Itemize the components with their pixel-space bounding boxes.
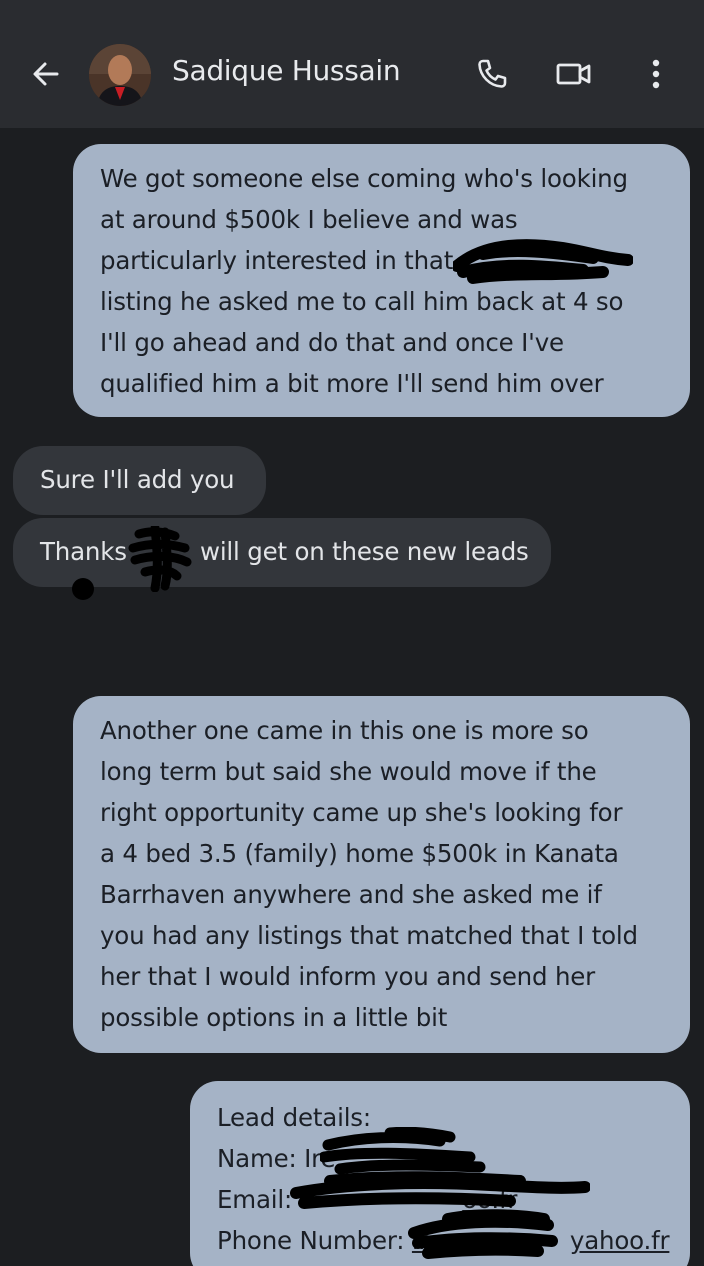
incoming-message[interactable]: Thanks will get on these new leads xyxy=(13,518,551,592)
message-line: Barrhaven anywhere and she asked me if xyxy=(100,880,602,909)
lead-details-message[interactable]: Lead details: Name: Ire a Email: i oo.fr P… xyxy=(190,1081,690,1266)
message-line: Another one came in this one is more so xyxy=(100,716,589,745)
outgoing-message[interactable]: We got someone else coming who's looking… xyxy=(73,144,690,417)
phone-icon xyxy=(478,59,507,88)
contact-photo xyxy=(89,44,151,106)
arrow-left-icon xyxy=(33,62,59,86)
message-line: We got someone else coming who's looking xyxy=(100,164,628,193)
contact-name[interactable]: Sadique Hussain xyxy=(172,54,401,87)
outgoing-message[interactable]: Another one came in this one is more so … xyxy=(73,696,690,1053)
contact-avatar[interactable] xyxy=(89,44,151,106)
message-line: at around $500k I believe and was xyxy=(100,205,518,234)
video-camera-icon xyxy=(556,63,591,85)
redaction-scribble xyxy=(408,1209,558,1259)
message-line: I'll go ahead and do that and once I've xyxy=(100,328,564,357)
message-line: qualified him a bit more I'll send him o… xyxy=(100,369,604,398)
call-button[interactable] xyxy=(470,52,514,96)
more-options-button[interactable] xyxy=(634,52,678,96)
incoming-message[interactable]: Sure I'll add you xyxy=(13,446,266,515)
video-call-button[interactable] xyxy=(552,52,596,96)
back-button[interactable] xyxy=(24,52,68,96)
message-line: you had any listings that matched that I… xyxy=(100,921,638,950)
redaction-dot xyxy=(72,578,94,600)
top-app-bar: Sadique Hussain xyxy=(0,0,704,128)
message-text: Thanks xyxy=(40,537,127,566)
message-text: will get on these new leads xyxy=(199,537,529,566)
message-line: long term but said she would move if the xyxy=(100,757,597,786)
conversation-screen: Sadique Hussain We got someone else comi… xyxy=(0,0,704,1266)
message-line: a 4 bed 3.5 (family) home $500k in Kanat… xyxy=(100,839,619,868)
redaction-scribble xyxy=(453,239,633,284)
message-thread[interactable]: We got someone else coming who's looking… xyxy=(0,128,704,1266)
lead-phone-label: Phone Number: xyxy=(217,1226,412,1255)
message-line: possible options in a little bit xyxy=(100,1003,448,1032)
lead-phone-tail[interactable]: yahoo.fr xyxy=(570,1226,670,1255)
redaction-scribble xyxy=(128,526,192,592)
message-text: Sure I'll add you xyxy=(40,465,235,494)
more-vertical-icon xyxy=(652,59,660,89)
message-line: listing he asked me to call him back at … xyxy=(100,287,624,316)
message-line: her that I would inform you and send her xyxy=(100,962,596,991)
message-line: right opportunity came up she's looking … xyxy=(100,798,623,827)
